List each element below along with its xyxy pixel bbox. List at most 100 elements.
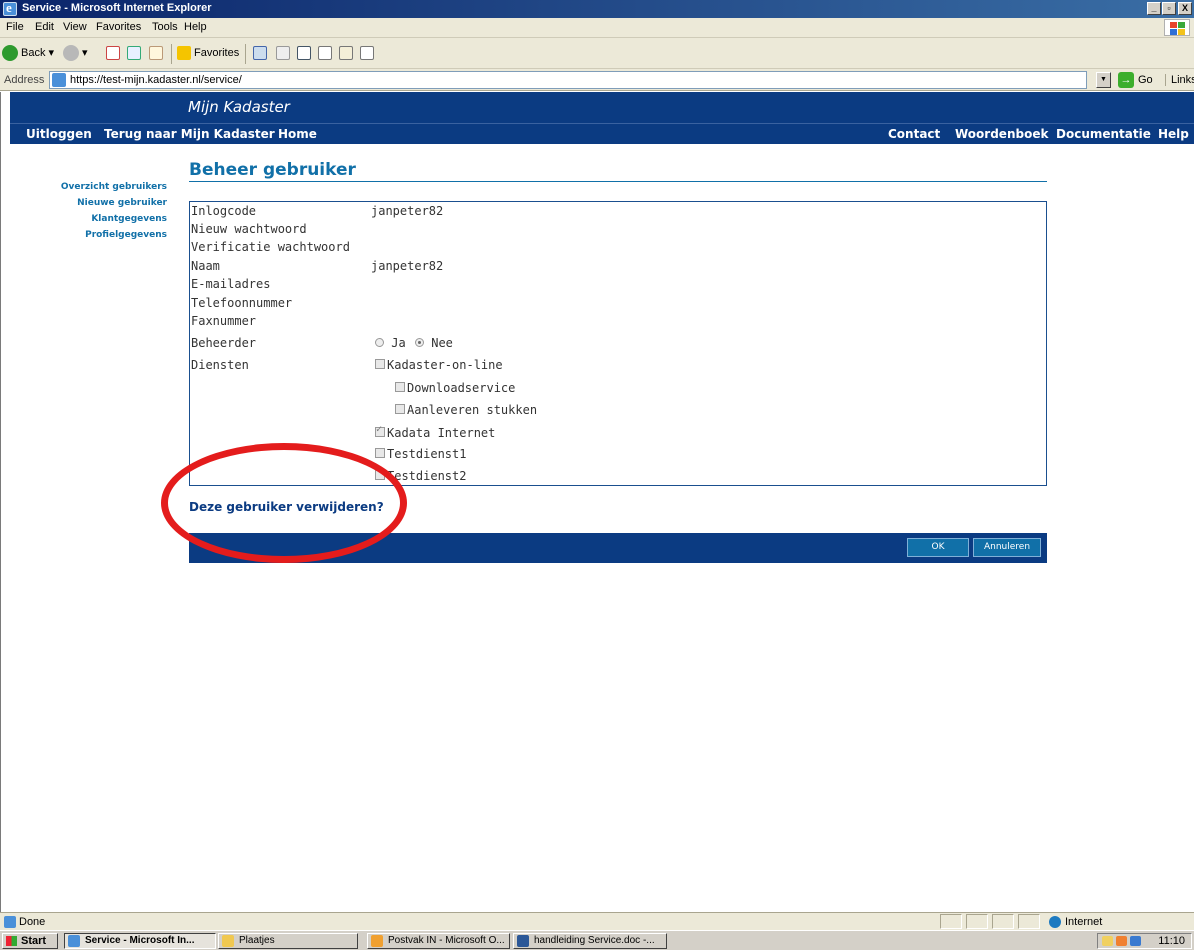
favorites-button[interactable]: Favorites <box>177 43 239 63</box>
research-icon[interactable] <box>360 46 374 60</box>
internet-globe-icon <box>1049 916 1061 929</box>
sidebar-item-nieuwe-gebruiker[interactable]: Nieuwe gebruiker <box>11 195 167 211</box>
page-viewport: Mijn Kadaster Uitloggen Terug naar Mijn … <box>0 92 1194 912</box>
nav-home[interactable]: Home <box>278 127 317 141</box>
close-button[interactable]: X <box>1178 2 1192 15</box>
service-label: Testdienst1 <box>387 447 467 461</box>
fax-label: Faxnummer <box>191 314 257 328</box>
outlook-icon <box>371 935 383 947</box>
task-service-ie[interactable]: Service - Microsoft In... <box>64 933 216 949</box>
links-button[interactable]: Links <box>1165 74 1194 86</box>
start-button[interactable]: Start <box>2 933 58 949</box>
service-aanleveren-stukken[interactable]: Aanleveren stukken <box>395 403 537 417</box>
task-label: Postvak IN - Microsoft O... <box>388 935 505 946</box>
home-icon[interactable] <box>149 46 163 60</box>
status-label: Done <box>19 916 46 928</box>
page-title: Beheer gebruiker <box>189 160 356 180</box>
status-cell <box>940 914 962 929</box>
annuleren-button[interactable]: Annuleren <box>973 538 1041 557</box>
minimize-button[interactable]: _ <box>1147 2 1161 15</box>
diensten-label: Diensten <box>191 358 249 372</box>
status-cell <box>1018 914 1040 929</box>
radio-ja[interactable] <box>375 338 384 347</box>
status-bar: Done Internet <box>0 912 1194 930</box>
ja-label: Ja <box>391 336 406 350</box>
nav-uitloggen[interactable]: Uitloggen <box>26 127 92 141</box>
print-icon[interactable] <box>276 46 290 60</box>
task-outlook[interactable]: Postvak IN - Microsoft O... <box>367 933 510 949</box>
nav-woordenboek[interactable]: Woordenboek <box>955 127 1048 141</box>
copy-icon[interactable] <box>318 46 332 60</box>
refresh-icon[interactable] <box>127 46 141 60</box>
toolbar-separator <box>171 44 172 64</box>
ok-button[interactable]: OK <box>907 538 969 557</box>
verify-password-label: Verificatie wachtwoord <box>191 240 350 254</box>
ie-icon <box>68 935 80 947</box>
forward-button[interactable]: ▾ <box>63 43 88 63</box>
beheerder-ja-option[interactable]: Ja <box>375 336 406 350</box>
checkbox-testdienst1[interactable] <box>375 448 385 458</box>
site-logo: Mijn Kadaster <box>188 98 290 116</box>
address-input[interactable]: https://test-mijn.kadaster.nl/service/ <box>49 71 1087 89</box>
media-icon[interactable] <box>253 46 267 60</box>
page-done-icon <box>4 916 16 929</box>
menu-view[interactable]: View <box>63 21 87 33</box>
nav-help[interactable]: Help <box>1158 127 1189 141</box>
task-word[interactable]: handleiding Service.doc -... <box>513 933 667 949</box>
address-bar: Address https://test-mijn.kadaster.nl/se… <box>0 69 1194 91</box>
reminder-icon[interactable] <box>1116 936 1127 946</box>
menu-tools[interactable]: Tools <box>152 21 178 33</box>
service-kadata-internet[interactable]: Kadata Internet <box>375 424 495 440</box>
beheerder-nee-option[interactable]: Nee <box>415 336 453 350</box>
system-tray: 11:10 <box>1097 933 1192 949</box>
service-label: Aanleveren stukken <box>407 403 538 417</box>
paste-icon[interactable] <box>339 46 353 60</box>
address-url: https://test-mijn.kadaster.nl/service/ <box>70 74 242 86</box>
clock: 11:10 <box>1158 935 1185 947</box>
task-label: Plaatjes <box>239 935 275 946</box>
window-title: Service - Microsoft Internet Explorer <box>22 2 212 14</box>
go-arrow-icon: → <box>1118 72 1134 89</box>
cut-icon[interactable] <box>297 46 311 60</box>
checkbox-kadaster-on-line[interactable] <box>375 359 385 369</box>
checkbox-downloadservice[interactable] <box>395 382 405 392</box>
service-downloadservice[interactable]: Downloadservice <box>395 381 515 395</box>
service-kadaster-on-line[interactable]: Kadaster-on-line <box>375 358 503 372</box>
service-label: Downloadservice <box>407 381 516 395</box>
heading-divider <box>189 181 1047 182</box>
ie-icon <box>3 0 17 16</box>
stop-icon[interactable] <box>106 46 120 60</box>
inlogcode-value: janpeter82 <box>371 204 444 218</box>
maximize-button[interactable]: ▫ <box>1162 2 1176 15</box>
go-button[interactable]: → Go <box>1118 71 1153 89</box>
task-plaatjes[interactable]: Plaatjes <box>218 933 358 949</box>
status-text: Done <box>4 916 46 929</box>
menu-favorites[interactable]: Favorites <box>96 21 141 33</box>
address-label: Address <box>4 74 45 86</box>
checkbox-kadata-internet[interactable] <box>375 424 385 437</box>
sidebar-item-profielgegevens[interactable]: Profielgegevens <box>11 227 167 243</box>
nee-label: Nee <box>431 336 453 350</box>
star-icon <box>177 46 191 61</box>
status-cell <box>966 914 988 929</box>
menu-help[interactable]: Help <box>184 21 207 33</box>
nav-documentatie[interactable]: Documentatie <box>1056 127 1151 141</box>
menu-edit[interactable]: Edit <box>35 21 54 33</box>
nav-contact[interactable]: Contact <box>888 127 940 141</box>
back-button[interactable]: Back ▾ <box>2 43 54 63</box>
status-cell <box>992 914 1014 929</box>
folder-icon <box>222 935 234 947</box>
address-dropdown-button[interactable]: ▼ <box>1096 72 1111 88</box>
menu-file[interactable]: File <box>6 21 24 33</box>
sidebar: Overzicht gebruikers Nieuwe gebruiker Kl… <box>11 179 167 243</box>
nav-terug-mijn-kadaster[interactable]: Terug naar Mijn Kadaster <box>104 127 275 141</box>
forward-arrow-icon <box>63 45 79 62</box>
radio-nee[interactable] <box>415 338 424 347</box>
network-icon[interactable] <box>1130 936 1141 946</box>
service-testdienst1[interactable]: Testdienst1 <box>375 447 466 461</box>
checkbox-aanleveren-stukken[interactable] <box>395 404 405 414</box>
sidebar-item-overzicht-gebruikers[interactable]: Overzicht gebruikers <box>11 179 167 195</box>
sidebar-item-klantgegevens[interactable]: Klantgegevens <box>11 211 167 227</box>
security-zone: Internet <box>1049 916 1102 929</box>
mail-icon[interactable] <box>1102 936 1113 946</box>
